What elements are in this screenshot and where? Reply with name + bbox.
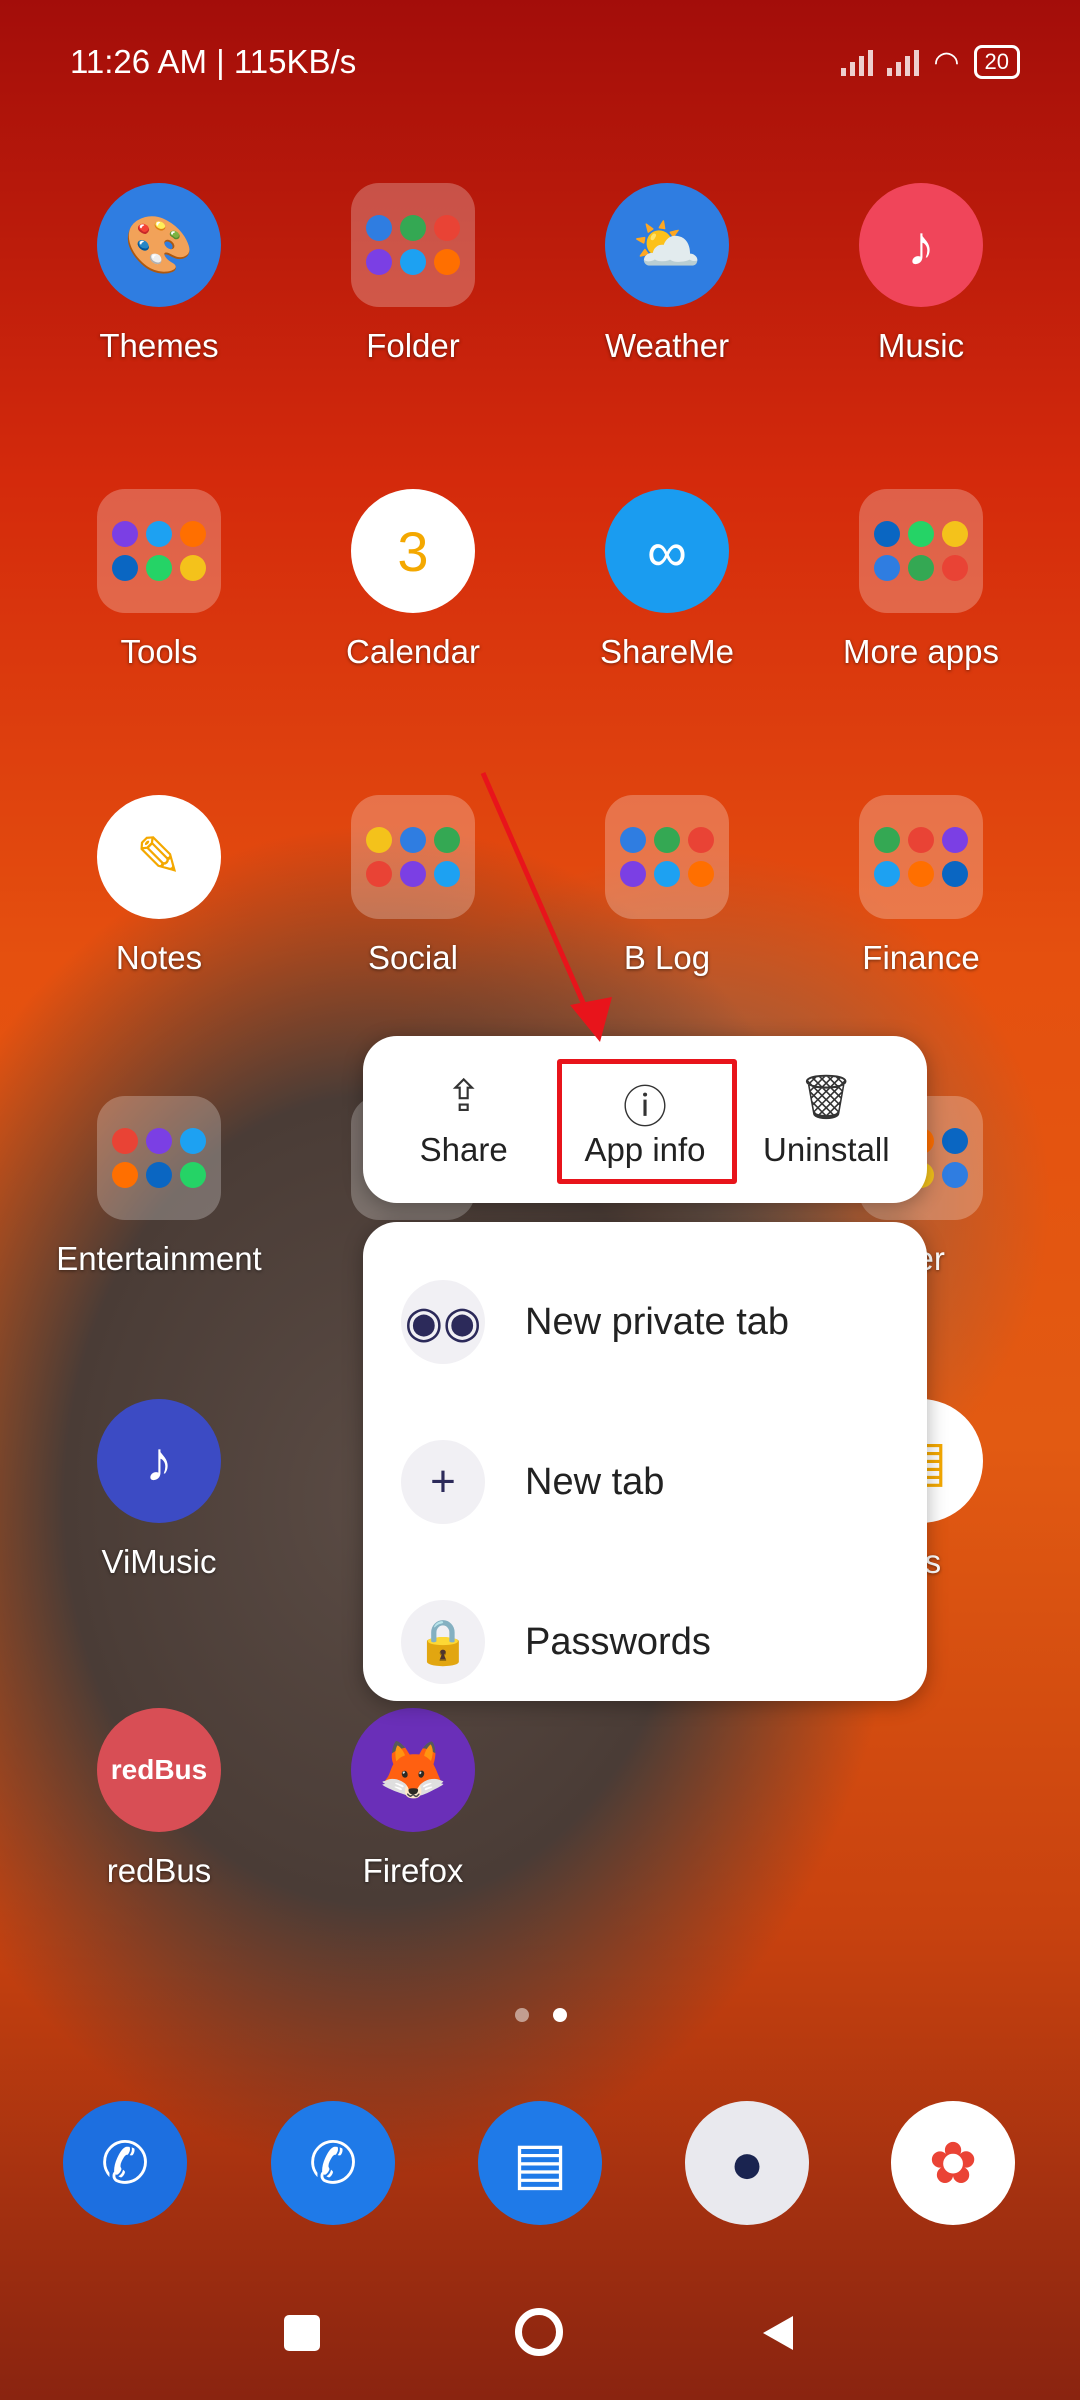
dock-messages-icon[interactable]: ▤: [478, 2101, 602, 2225]
page-indicator[interactable]: [515, 2008, 567, 2022]
app-label: ViMusic: [101, 1543, 217, 1580]
dock-phone-icon[interactable]: ✆: [271, 2101, 395, 2225]
folder-icon: [97, 1096, 221, 1220]
app-vimusic[interactable]: ♪ ViMusic: [34, 1399, 284, 1581]
back-button[interactable]: [753, 2308, 803, 2358]
new-private-tab-item[interactable]: ◉◉ New private tab: [363, 1242, 927, 1402]
lock-icon: 🔒: [401, 1600, 485, 1684]
app-redbus[interactable]: redBus redBus: [34, 1708, 284, 1890]
app-label: redBus: [106, 1852, 212, 1889]
home-button[interactable]: [515, 2308, 565, 2358]
recents-button[interactable]: [277, 2308, 327, 2358]
redbus-icon: redBus: [97, 1708, 221, 1832]
app-entertainment[interactable]: Entertainment: [34, 1096, 284, 1278]
dock-dialer-alt-icon[interactable]: ✆: [63, 2101, 187, 2225]
firefox-icon: 🦊: [351, 1708, 475, 1832]
annotation-arrow: [480, 772, 612, 1042]
new-tab-item[interactable]: + New tab: [363, 1402, 927, 1562]
app-label: Firefox: [362, 1852, 464, 1889]
dock-photos-icon[interactable]: ✿: [891, 2101, 1015, 2225]
app-shortcuts-menu: ◉◉ New private tab + New tab 🔒 Passwords: [363, 1222, 927, 1701]
app-label: Entertainment: [56, 1240, 262, 1277]
vimusic-icon: ♪: [97, 1399, 221, 1523]
dock-camera-icon[interactable]: ●: [685, 2101, 809, 2225]
passwords-item[interactable]: 🔒 Passwords: [363, 1562, 927, 1722]
plus-icon: +: [401, 1440, 485, 1524]
app-firefox[interactable]: 🦊 Firefox: [288, 1708, 538, 1890]
mask-icon: ◉◉: [401, 1280, 485, 1364]
